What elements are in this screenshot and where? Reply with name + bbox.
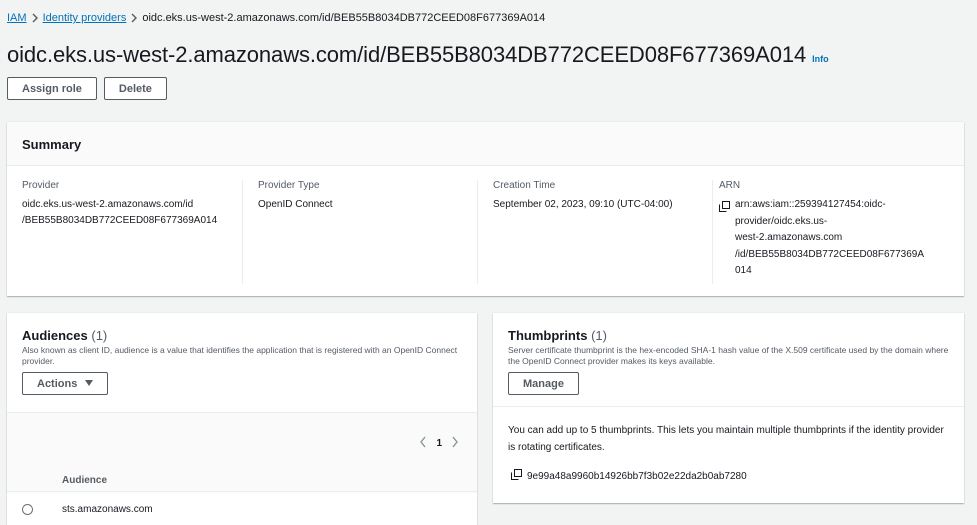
- thumbprints-title-text: Thumbprints: [508, 328, 588, 343]
- thumbprints-body: You can add up to 5 thumbprints. This le…: [493, 407, 964, 483]
- arn-line: 014: [735, 265, 752, 276]
- audience-column-header[interactable]: Audience: [62, 475, 107, 486]
- provider-type-label: Provider Type: [258, 180, 320, 191]
- summary-columns: Provider oidc.eks.us-west-2.amazonaws.co…: [7, 166, 964, 284]
- thumbprints-count: (1): [591, 328, 607, 343]
- provider-label: Provider: [22, 180, 60, 191]
- page-number[interactable]: 1: [436, 438, 442, 449]
- summary-provider: Provider oidc.eks.us-west-2.amazonaws.co…: [7, 180, 242, 284]
- provider-type-value: OpenID Connect: [258, 199, 333, 210]
- arn-line: arn:aws:iam::259394127454:oidc-: [735, 199, 886, 210]
- delete-button[interactable]: Delete: [103, 77, 167, 100]
- page-title: oidc.eks.us-west-2.amazonaws.com/id/BEB5…: [7, 42, 807, 67]
- chevron-right-icon: [126, 13, 142, 23]
- breadcrumb-current: oidc.eks.us-west-2.amazonaws.com/id/BEB5…: [142, 12, 546, 24]
- thumbprints-panel: Thumbprints (1) Server certificate thumb…: [493, 313, 964, 503]
- thumbprints-message: You can add up to 5 thumbprints. This le…: [508, 425, 944, 453]
- audiences-title-text: Audiences: [22, 328, 88, 343]
- breadcrumb: IAM Identity providers oidc.eks.us-west-…: [7, 11, 545, 25]
- provider-value-line: oidc.eks.us-west-2.amazonaws.com/id: [22, 199, 194, 210]
- arn-line: west-2.amazonaws.com: [735, 232, 843, 243]
- audience-value: sts.amazonaws.com: [62, 503, 153, 515]
- breadcrumb-identity-providers-link[interactable]: Identity providers: [43, 12, 127, 24]
- audiences-panel: Audiences (1) Also known as client ID, a…: [7, 313, 477, 525]
- breadcrumb-iam-link[interactable]: IAM: [7, 12, 27, 24]
- audiences-description: Also known as client ID, audience is a v…: [22, 345, 458, 366]
- summary-header: Summary: [7, 122, 964, 166]
- thumbprint-value: 9e99a48a9960b14926bb7f3b02e22da2b0ab7280: [527, 470, 747, 482]
- table-row[interactable]: sts.amazonaws.com: [7, 493, 477, 525]
- audiences-title: Audiences (1): [22, 328, 462, 343]
- copy-icon[interactable]: [719, 199, 732, 280]
- actions-dropdown-button[interactable]: Actions: [22, 372, 109, 395]
- actions-label: Actions: [37, 377, 78, 390]
- arn-value-row: arn:aws:iam::259394127454:oidc- provider…: [719, 197, 956, 280]
- page-header: oidc.eks.us-west-2.amazonaws.com/id/BEB5…: [7, 42, 829, 68]
- chevron-right-icon[interactable]: [451, 435, 459, 451]
- arn-label: ARN: [719, 180, 741, 191]
- audiences-header: Audiences (1) Also known as client ID, a…: [7, 313, 477, 413]
- chevron-left-icon[interactable]: [419, 435, 427, 451]
- table-header: Audience: [7, 469, 477, 492]
- summary-panel: Summary Provider oidc.eks.us-west-2.amaz…: [7, 122, 964, 296]
- info-link[interactable]: Info: [812, 54, 829, 64]
- copy-icon[interactable]: [511, 469, 524, 483]
- chevron-right-icon: [27, 13, 43, 23]
- summary-heading: Summary: [22, 137, 82, 152]
- provider-value: oidc.eks.us-west-2.amazonaws.com/id /BEB…: [22, 197, 234, 229]
- arn-line: provider/oidc.eks.us-: [735, 215, 828, 227]
- row-radio[interactable]: [22, 503, 33, 515]
- summary-arn: ARN arn:aws:iam::259394127454:oidc- prov…: [712, 180, 964, 284]
- thumbprints-title: Thumbprints (1): [508, 328, 949, 343]
- creation-time-value: September 02, 2023, 09:10 (UTC-04:00): [493, 199, 673, 210]
- audiences-table: 1 Audience sts.amazonaws.com: [7, 413, 477, 525]
- arn-line: /id/BEB55B8034DB772CEED08F677369A: [735, 248, 925, 260]
- provider-value-line: /BEB55B8034DB772CEED08F677369A014: [22, 215, 218, 226]
- creation-time-label: Creation Time: [493, 180, 556, 191]
- audiences-count: (1): [91, 328, 108, 343]
- thumbprints-header: Thumbprints (1) Server certificate thumb…: [493, 313, 964, 407]
- pagination: 1: [419, 435, 459, 451]
- header-actions: Assign role Delete: [7, 77, 167, 100]
- thumbprint-item: 9e99a48a9960b14926bb7f3b02e22da2b0ab7280: [508, 469, 949, 483]
- thumbprints-description: Server certificate thumbprint is the hex…: [508, 345, 949, 366]
- manage-button[interactable]: Manage: [508, 372, 579, 395]
- arn-value: arn:aws:iam::259394127454:oidc- provider…: [735, 197, 924, 280]
- assign-role-button[interactable]: Assign role: [7, 77, 97, 100]
- summary-creation-time: Creation Time September 02, 2023, 09:10 …: [477, 180, 712, 284]
- summary-provider-type: Provider Type OpenID Connect: [242, 180, 477, 284]
- caret-down-icon: [85, 378, 94, 390]
